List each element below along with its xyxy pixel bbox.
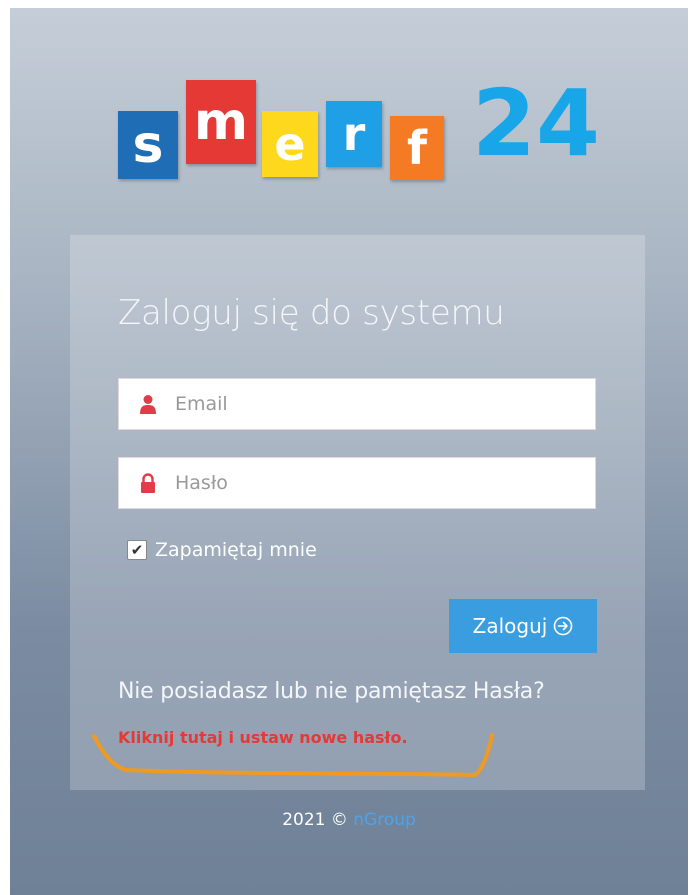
user-icon (140, 395, 156, 414)
logo-tile-f: f (390, 116, 444, 180)
password-input[interactable] (173, 471, 595, 495)
logo-number: 24 (472, 70, 601, 177)
logo-letter: m (193, 92, 249, 152)
circle-arrow-right-icon (554, 616, 573, 636)
login-button-label: Zaloguj (472, 614, 548, 638)
smerf24-logo: s m e r f 24 (118, 78, 618, 188)
email-field[interactable] (118, 378, 596, 430)
logo-tile-s: s (118, 111, 178, 179)
logo-letter: f (406, 121, 427, 175)
password-field[interactable] (118, 457, 596, 509)
logo-letter: s (132, 115, 164, 175)
remember-me-label: Zapamiętaj mnie (155, 539, 317, 561)
logo-letter: e (274, 117, 306, 171)
footer-copyright: 2021 © (282, 810, 348, 830)
logo-tile-r: r (326, 101, 382, 167)
remember-me-checkbox[interactable]: ✔ Zapamiętaj mnie (127, 539, 317, 561)
logo-letter: r (342, 107, 366, 161)
logo-tile-e: e (262, 111, 318, 177)
footer-ngroup-link[interactable]: nGroup (353, 810, 416, 830)
forgot-password-text: Nie posiadasz lub nie pamiętasz Hasła? (118, 679, 545, 704)
login-panel: Zaloguj się do systemu ✔ Zapamiętaj mnie… (70, 235, 645, 790)
login-title: Zaloguj się do systemu (118, 293, 505, 333)
logo-tile-m: m (186, 80, 256, 164)
reset-password-link[interactable]: Kliknij tutaj i ustaw nowe hasło. (118, 728, 408, 747)
login-page: s m e r f 24 Zaloguj się do systemu ✔ Za… (10, 8, 688, 895)
footer: 2021 © nGroup (10, 810, 688, 830)
lock-icon (141, 473, 155, 493)
email-input[interactable] (173, 392, 595, 416)
checkbox-checked-icon[interactable]: ✔ (127, 540, 147, 560)
login-button[interactable]: Zaloguj (449, 599, 597, 653)
